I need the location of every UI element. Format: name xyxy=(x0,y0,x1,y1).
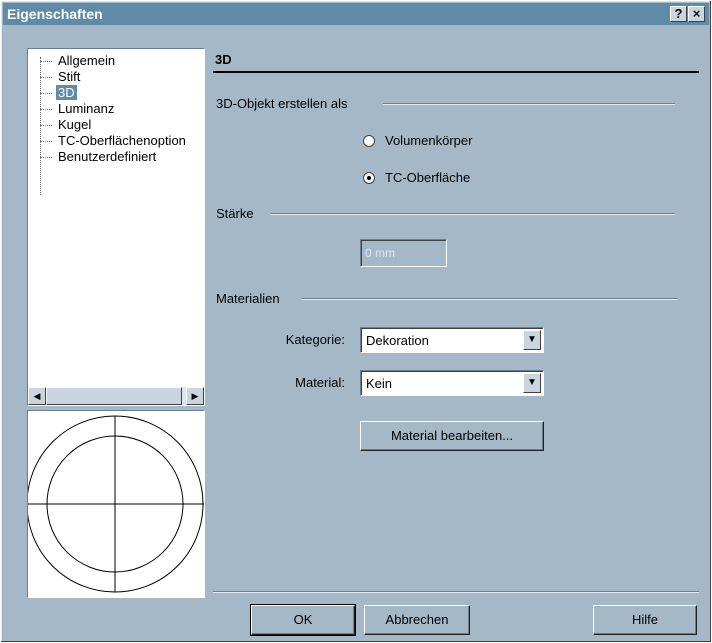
thickness-input[interactable]: 0 mm xyxy=(360,239,447,267)
radio-volumenkoerper-label: Volumenkörper xyxy=(385,133,473,148)
materials-divider xyxy=(301,298,677,300)
cancel-button[interactable]: Abbrechen xyxy=(364,605,470,635)
scroll-left-arrow-icon[interactable]: ◀ xyxy=(28,387,46,405)
tree-item-benutzerdefiniert[interactable]: Benutzerdefiniert xyxy=(28,149,204,165)
help-footer-button[interactable]: Hilfe xyxy=(593,605,697,635)
title-bar[interactable]: Eigenschaften ? × xyxy=(3,3,709,25)
title-divider xyxy=(213,71,699,73)
tree-item-luminanz[interactable]: Luminanz xyxy=(28,101,204,117)
radio-volumenkoerper[interactable]: Volumenkörper xyxy=(363,133,472,149)
close-button[interactable]: × xyxy=(688,6,705,22)
create-as-divider xyxy=(383,103,675,105)
radio-unchecked-icon xyxy=(363,134,375,147)
radio-checked-icon xyxy=(363,171,375,184)
footer-divider xyxy=(213,591,699,593)
category-select-value: Dekoration xyxy=(366,333,429,348)
ok-button[interactable]: OK xyxy=(250,604,356,636)
sphere-preview-icon xyxy=(26,415,204,593)
tree-item-stift[interactable]: Stift xyxy=(28,69,204,85)
tree-item-allgemein[interactable]: Allgemein xyxy=(28,53,204,69)
radio-tc-oberflaeche[interactable]: TC-Oberfläche xyxy=(363,170,470,186)
window-title: Eigenschaften xyxy=(7,6,103,22)
chevron-down-icon[interactable]: ▼ xyxy=(523,330,541,350)
tree-item-tc-oberflaechenoption[interactable]: TC-Oberflächenoption xyxy=(28,133,204,149)
thickness-divider xyxy=(271,213,675,215)
tree-horizontal-scrollbar[interactable]: ◀ ▶ xyxy=(28,387,204,405)
radio-tc-oberflaeche-label: TC-Oberfläche xyxy=(385,170,471,185)
material-select[interactable]: Kein ▼ xyxy=(360,370,544,396)
scroll-right-arrow-icon[interactable]: ▶ xyxy=(186,387,204,405)
tree-item-3d[interactable]: 3D xyxy=(28,85,204,101)
tree-item-kugel[interactable]: Kugel xyxy=(28,117,204,133)
create-as-group-label: 3D-Objekt erstellen als xyxy=(216,96,348,111)
material-select-value: Kein xyxy=(366,376,393,391)
sphere-preview xyxy=(26,410,205,598)
chevron-down-icon[interactable]: ▼ xyxy=(523,373,541,393)
properties-dialog: Eigenschaften ? × Allgemein Stift 3D Lum… xyxy=(0,0,712,643)
scroll-thumb[interactable] xyxy=(46,387,182,405)
material-label: Material: xyxy=(295,375,345,390)
thickness-group-label: Stärke xyxy=(216,206,254,221)
category-select[interactable]: Dekoration ▼ xyxy=(360,327,544,353)
page-title: 3D xyxy=(215,52,232,67)
materials-group-label: Materialien xyxy=(216,291,280,306)
category-label: Kategorie: xyxy=(285,332,345,347)
edit-material-button[interactable]: Material bearbeiten... xyxy=(360,421,544,451)
help-button[interactable]: ? xyxy=(670,6,687,22)
category-tree[interactable]: Allgemein Stift 3D Luminanz Kugel TC-Obe… xyxy=(27,48,205,406)
